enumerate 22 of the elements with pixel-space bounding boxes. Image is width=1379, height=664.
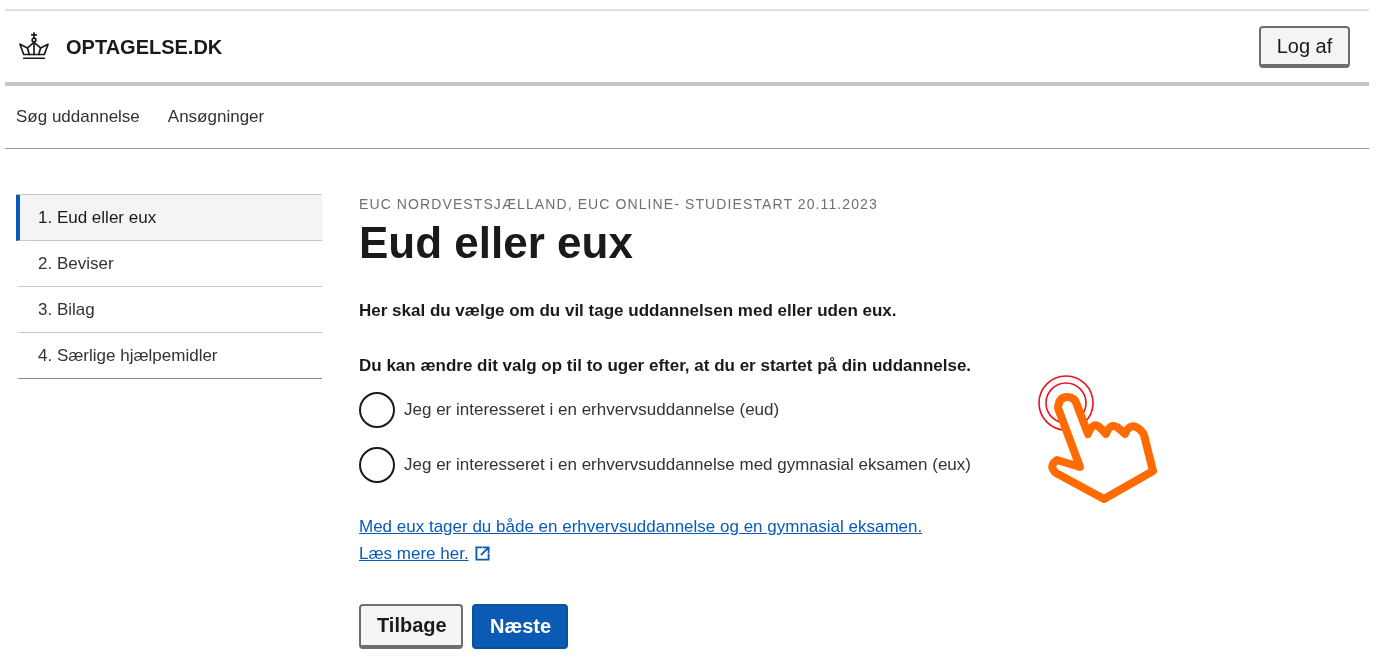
radio-label[interactable]: Jeg er interesseret i en erhvervsuddannelse med gymnasial eksamen (eux) <box>404 451 971 478</box>
radio-button[interactable] <box>359 391 395 428</box>
info-link[interactable]: Læs mere her. <box>359 543 469 563</box>
step-item[interactable]: 1. Eud eller eux <box>16 195 322 241</box>
step-item[interactable]: 3. Bilag <box>16 287 322 333</box>
nav-link[interactable]: Søg uddannelse <box>16 104 140 130</box>
page-title: Eud eller eux <box>359 218 634 269</box>
radio-button[interactable] <box>359 446 395 483</box>
step-item[interactable]: 2. Beviser <box>16 241 322 287</box>
radio-label[interactable]: Jeg er interesseret i en erhvervsuddannelse (eud) <box>404 396 780 423</box>
info-link[interactable]: Med eux tager du både en erhvervsuddannelse og en gymnasial eksamen. <box>359 516 923 536</box>
instruction-text: Her skal du vælge om du vil tage uddannelsen med eller uden eux. <box>359 299 898 322</box>
course-subtitle: EUC NORDVESTSJÆLLAND, EUC ONLINE- STUDIESTART 20.11.2023 <box>359 195 879 214</box>
step-item[interactable]: 4. Særlige hjælpemidler <box>16 333 322 379</box>
instruction-text: Du kan ændre dit valg op til to uger efter, at du er startet på din uddannelse. <box>359 354 972 377</box>
logout-button[interactable]: Log af <box>1259 25 1350 68</box>
site-title[interactable]: OPTAGELSE.DK <box>66 31 223 62</box>
external-link-icon <box>474 545 490 561</box>
back-button[interactable]: Tilbage <box>359 603 463 649</box>
next-button[interactable]: Næste <box>472 603 568 649</box>
nav-link[interactable]: Ansøgninger <box>167 104 265 130</box>
crown-icon <box>18 31 50 62</box>
